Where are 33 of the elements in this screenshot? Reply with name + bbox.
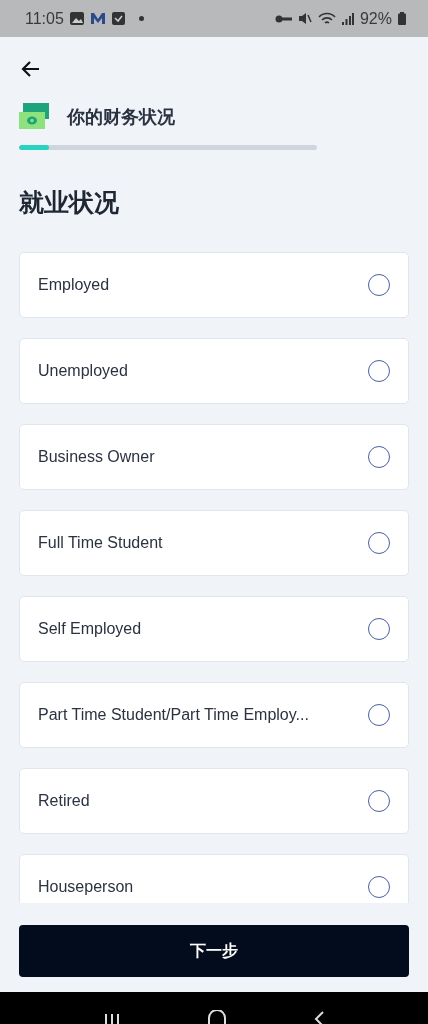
notification-dot-icon — [138, 16, 144, 21]
option-label: Full Time Student — [38, 534, 164, 552]
option-label: Retired — [38, 792, 91, 810]
option-card[interactable]: Unemployed — [19, 338, 409, 404]
option-label: Self Employed — [38, 620, 143, 638]
section-title: 你的财务状况 — [67, 106, 175, 129]
option-card[interactable]: Full Time Student — [19, 510, 409, 576]
page-heading: 就业状况 — [19, 187, 120, 218]
status-time: 11:05 — [25, 9, 64, 28]
mail-icon — [89, 12, 106, 25]
checkbox-icon — [111, 12, 125, 25]
back-icon — [313, 1010, 325, 1024]
option-card[interactable]: Employed — [19, 252, 409, 318]
option-label: Houseperson — [38, 878, 135, 896]
option-card[interactable]: Houseperson — [19, 854, 409, 903]
option-card[interactable]: Self Employed — [19, 596, 409, 662]
option-label: Part Time Student/Part Time Employ... — [38, 706, 310, 724]
option-card[interactable]: Business Owner — [19, 424, 409, 490]
battery-percentage: 92% — [359, 9, 392, 28]
image-icon — [69, 12, 84, 25]
battery-icon — [398, 12, 406, 25]
mute-icon — [297, 12, 312, 25]
option-label: Business Owner — [38, 448, 156, 466]
home-icon — [207, 1010, 227, 1024]
key-icon — [274, 13, 292, 24]
option-label: Employed — [38, 276, 111, 294]
option-card[interactable]: Retired — [19, 768, 409, 834]
wifi-icon — [317, 11, 336, 26]
option-label: Unemployed — [38, 362, 129, 380]
next-button[interactable]: 下一步 — [19, 925, 409, 977]
signal-icon — [341, 12, 354, 25]
option-card[interactable]: Part Time Student/Part Time Employ... — [19, 682, 409, 748]
money-icon — [19, 103, 49, 131]
